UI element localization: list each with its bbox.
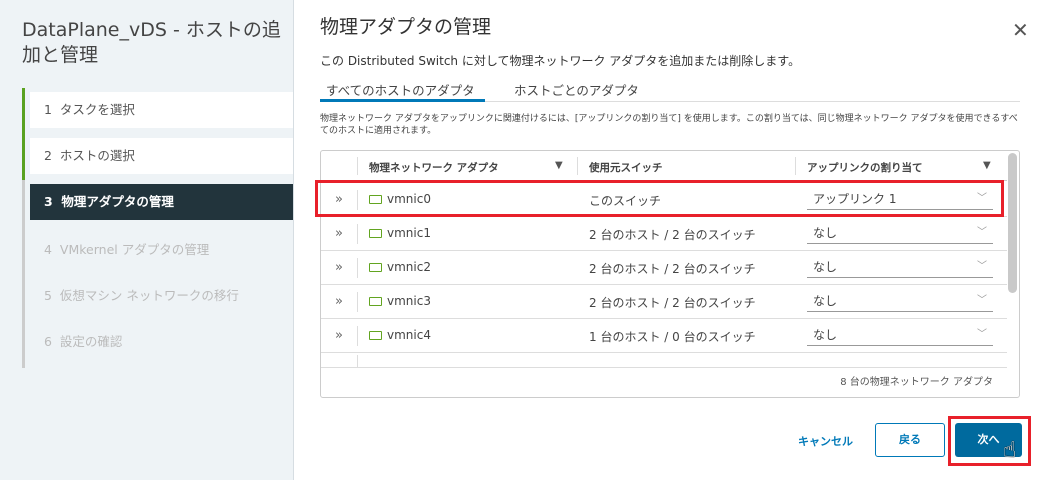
- adapter-name: vmnic3: [387, 294, 431, 308]
- wizard-step-2[interactable]: 2 ホストの選択: [30, 138, 293, 174]
- progress-rail-remaining: [22, 180, 25, 368]
- table-row[interactable]: » vmnic1 2 台のホスト / 2 台のスイッチ なし ﹀: [321, 217, 1007, 251]
- uplink-select[interactable]: なし ﹀: [807, 222, 993, 244]
- wizard-step-1[interactable]: 1 タスクを選択: [30, 92, 293, 128]
- step-label: 設定の確認: [59, 334, 123, 349]
- network-adapter-icon: [369, 331, 382, 340]
- chevron-down-icon: ﹀: [977, 329, 987, 340]
- network-adapter-icon: [369, 297, 382, 306]
- filter-icon[interactable]: ▼: [983, 160, 991, 171]
- adapter-name: vmnic2: [387, 260, 431, 274]
- active-tab-indicator: [320, 99, 485, 102]
- expand-icon[interactable]: »: [335, 328, 343, 343]
- chevron-down-icon: ﹀: [977, 227, 987, 238]
- expand-icon[interactable]: »: [335, 226, 343, 241]
- column-header-switch[interactable]: 使用元スイッチ: [589, 160, 663, 175]
- wizard-title: DataPlane_vDS - ホストの追加と管理: [22, 19, 281, 66]
- step-label: VMkernel アダプタの管理: [59, 242, 210, 257]
- expand-icon[interactable]: »: [335, 260, 343, 275]
- wizard-step-5: 5 仮想マシン ネットワークの移行: [30, 278, 293, 314]
- uplink-value: なし: [813, 260, 838, 274]
- step-number: 3: [44, 194, 53, 209]
- column-header-adapter[interactable]: 物理ネットワーク アダプタ: [369, 160, 499, 175]
- step-label: 仮想マシン ネットワークの移行: [59, 288, 239, 303]
- filter-icon[interactable]: ▼: [555, 160, 563, 171]
- wizard-step-4: 4 VMkernel アダプタの管理: [30, 232, 293, 268]
- tab-per-host[interactable]: ホストごとのアダプタ: [514, 80, 639, 99]
- uplink-select[interactable]: なし ﹀: [807, 256, 993, 278]
- table-footer-count: 8 台の物理ネットワーク アダプタ: [321, 367, 1007, 397]
- in-use-by-switch: 2 台のホスト / 2 台のスイッチ: [589, 228, 756, 242]
- in-use-by-switch: 2 台のホスト / 2 台のスイッチ: [589, 262, 756, 276]
- wizard-sidebar: DataPlane_vDS - ホストの追加と管理 1 タスクを選択 2 ホストの…: [0, 0, 294, 480]
- expand-icon[interactable]: »: [335, 294, 343, 309]
- tab-all-hosts[interactable]: すべてのホストのアダプタ: [326, 80, 475, 99]
- uplink-value: なし: [813, 226, 838, 240]
- step-label: 物理アダプタの管理: [61, 194, 174, 209]
- table-scrollbar[interactable]: [1008, 153, 1017, 293]
- back-button[interactable]: 戻る: [875, 423, 945, 457]
- page-title: 物理アダプタの管理: [320, 16, 492, 38]
- info-text: 物理ネットワーク アダプタをアップリンクに関連付けるには、[アップリンクの割り当…: [320, 114, 1018, 136]
- table-header: 物理ネットワーク アダプタ ▼ 使用元スイッチ アップリンクの割り当て ▼: [321, 151, 1007, 181]
- step-number: 4: [44, 242, 52, 257]
- description: この Distributed Switch に対して物理ネットワーク アダプタを…: [320, 54, 801, 68]
- uplink-value: なし: [813, 294, 838, 308]
- column-header-uplink[interactable]: アップリンクの割り当て: [807, 160, 923, 175]
- chevron-down-icon: ﹀: [977, 261, 987, 272]
- wizard-step-3[interactable]: 3 物理アダプタの管理: [30, 184, 293, 220]
- chevron-down-icon: ﹀: [977, 295, 987, 306]
- highlight-box-vmnic0: [315, 180, 1004, 217]
- uplink-value: なし: [813, 328, 838, 342]
- adapter-name: vmnic1: [387, 226, 431, 240]
- highlight-box-next: [948, 416, 1031, 466]
- step-number: 1: [44, 102, 52, 117]
- cancel-button[interactable]: キャンセル: [798, 433, 853, 449]
- step-label: ホストの選択: [59, 148, 135, 163]
- close-icon[interactable]: ✕: [1012, 18, 1029, 42]
- step-number: 6: [44, 334, 52, 349]
- uplink-select[interactable]: なし ﹀: [807, 324, 993, 346]
- table-row[interactable]: » vmnic4 1 台のホスト / 0 台のスイッチ なし ﹀: [321, 319, 1007, 353]
- table-row-partial: [321, 351, 1007, 367]
- network-adapter-icon: [369, 229, 382, 238]
- in-use-by-switch: 2 台のホスト / 2 台のスイッチ: [589, 296, 756, 310]
- table-row[interactable]: » vmnic2 2 台のホスト / 2 台のスイッチ なし ﹀: [321, 251, 1007, 285]
- adapter-name: vmnic4: [387, 328, 431, 342]
- table-row[interactable]: » vmnic3 2 台のホスト / 2 台のスイッチ なし ﹀: [321, 285, 1007, 319]
- network-adapter-icon: [369, 263, 382, 272]
- step-label: タスクを選択: [59, 102, 135, 117]
- in-use-by-switch: 1 台のホスト / 0 台のスイッチ: [589, 330, 756, 344]
- step-number: 2: [44, 148, 52, 163]
- step-number: 5: [44, 288, 52, 303]
- wizard-step-6: 6 設定の確認: [30, 324, 293, 360]
- uplink-select[interactable]: なし ﹀: [807, 290, 993, 312]
- hand-cursor-icon: ☝: [1003, 438, 1017, 463]
- progress-rail-complete: [22, 88, 25, 180]
